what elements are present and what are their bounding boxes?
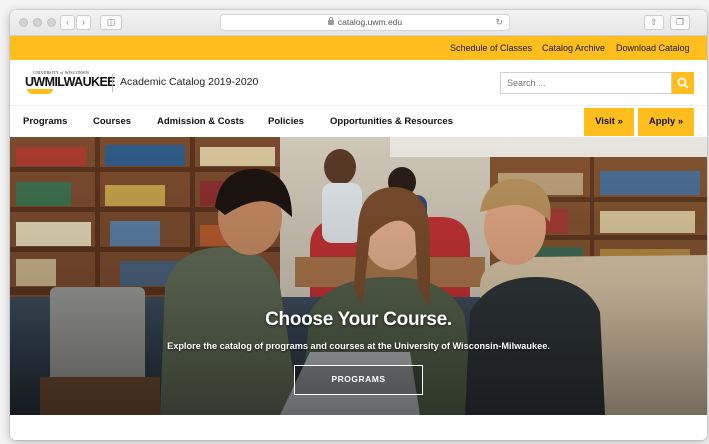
- minimize-window-icon[interactable]: [33, 18, 42, 27]
- utility-link-download[interactable]: Download Catalog: [616, 36, 690, 60]
- uwm-logo[interactable]: UNIVERSITY of WISCONSIN UWMILWAUKEE: [25, 70, 116, 96]
- close-window-icon[interactable]: [19, 18, 28, 27]
- site-title[interactable]: Academic Catalog 2019-2020: [120, 76, 258, 88]
- search-button[interactable]: [672, 72, 694, 94]
- nav-item-programs[interactable]: Programs: [23, 106, 67, 138]
- tabs-icon[interactable]: ❐: [670, 15, 690, 30]
- address-url: catalog.uwm.edu: [337, 17, 403, 27]
- reload-icon[interactable]: ↻: [495, 15, 503, 30]
- main-nav: Programs Courses Admission & Costs Polic…: [10, 105, 707, 137]
- nav-item-courses[interactable]: Courses: [93, 106, 131, 138]
- utility-link-archive[interactable]: Catalog Archive: [542, 36, 605, 60]
- apply-button[interactable]: Apply »: [638, 108, 694, 136]
- sidebar-toggle-icon[interactable]: ◫: [100, 15, 122, 30]
- search-input[interactable]: [500, 72, 672, 94]
- back-button[interactable]: ‹: [60, 15, 75, 30]
- hero-banner: Choose Your Course. Explore the catalog …: [10, 137, 707, 415]
- nav-item-opportunities[interactable]: Opportunities & Resources: [330, 106, 453, 138]
- zoom-window-icon[interactable]: [47, 18, 56, 27]
- forward-button[interactable]: ›: [76, 15, 91, 30]
- page-content-area: [10, 415, 707, 440]
- search-icon: [677, 77, 689, 89]
- logo-wordmark: UWMILWAUKEE: [25, 75, 116, 89]
- visit-button[interactable]: Visit »: [584, 108, 634, 136]
- nav-item-admission-costs[interactable]: Admission & Costs: [157, 106, 244, 138]
- logo-swoosh-icon: [27, 89, 53, 94]
- site-header: UNIVERSITY of WISCONSIN UWMILWAUKEE Acad…: [10, 60, 707, 105]
- address-bar[interactable]: catalog.uwm.edu ↻: [220, 14, 510, 31]
- browser-toolbar: ‹ › ◫ catalog.uwm.edu ↻ ⇧ ❐: [10, 10, 707, 36]
- hero-subtitle: Explore the catalog of programs and cour…: [167, 341, 550, 351]
- nav-item-policies[interactable]: Policies: [268, 106, 304, 138]
- utility-bar: Schedule of Classes Catalog Archive Down…: [10, 36, 707, 60]
- browser-window: ‹ › ◫ catalog.uwm.edu ↻ ⇧ ❐ Schedule of …: [10, 10, 707, 440]
- utility-link-schedule[interactable]: Schedule of Classes: [450, 36, 532, 60]
- share-icon[interactable]: ⇧: [644, 15, 664, 30]
- programs-button[interactable]: PROGRAMS: [294, 365, 423, 395]
- lock-icon: [327, 17, 334, 25]
- hero-title: Choose Your Course.: [265, 309, 452, 330]
- header-divider: [112, 74, 113, 92]
